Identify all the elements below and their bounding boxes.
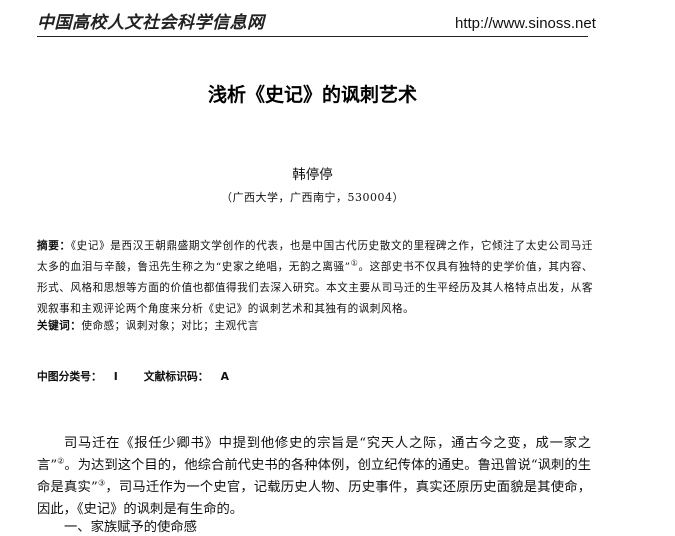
- doc-code-label: 文献标识码：: [143, 370, 209, 383]
- site-logo: 中国高校人文社会科学信息网: [37, 13, 265, 33]
- site-url[interactable]: http://www.sinoss.net: [455, 15, 596, 32]
- abstract: 摘要：《史记》是西汉王朝鼎盛期文学创作的代表，也是中国古代历史散文的里程碑之作，…: [37, 236, 593, 320]
- author-affiliation: （广西大学，广西南宁，530004）: [221, 191, 404, 204]
- section-heading: 一、家族赋予的使命感: [64, 520, 197, 535]
- doc-code-value: A: [220, 370, 229, 383]
- class-number-label: 中图分类号：: [37, 370, 102, 383]
- class-number-value: I: [113, 370, 118, 383]
- keywords: 关键词：使命感；讽刺对象；对比；主观代言: [37, 318, 259, 333]
- author-name: 韩停停: [292, 167, 333, 183]
- header-divider: [37, 36, 588, 37]
- keywords-list: 使命感；讽刺对象；对比；主观代言: [81, 320, 259, 332]
- paper-title: 浅析《史记》的讽刺艺术: [207, 84, 417, 106]
- classification-line: 中图分类号： I 文献标识码： A: [37, 368, 229, 384]
- body-paragraph: 司马迁在《报任少卿书》中提到他修史的宗旨是“究天人之际，通古今之变，成一家之言”…: [37, 433, 591, 521]
- keywords-label: 关键词：: [37, 320, 82, 332]
- body-text-3: ，司马迁作为一个史官，记载历史人物、历史事件，真实还原历史面貌是其使命，因此，《…: [37, 480, 591, 517]
- abstract-label: 摘要：: [37, 240, 71, 252]
